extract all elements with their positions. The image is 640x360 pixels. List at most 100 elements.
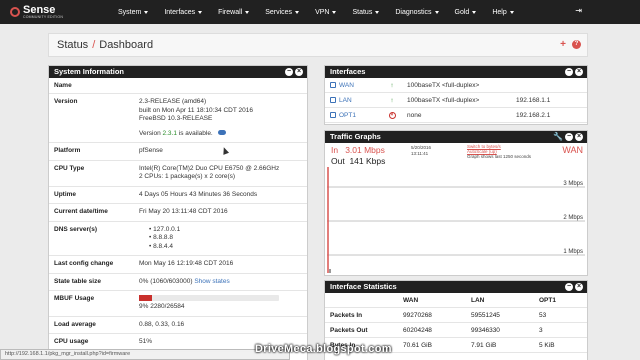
pfsense-logo[interactable]: Sense COMMUNITY EDITION (0, 0, 100, 24)
interface-row-wan: WAN ↑ 100baseTX <full-duplex> (325, 78, 587, 93)
stats-cell: 70.61 GiB (403, 341, 432, 349)
cpu-model: Intel(R) Core(TM)2 Duo CPU E6750 @ 2.66G… (139, 164, 280, 172)
traffic-in-label: In (331, 145, 339, 155)
info-row-uptime: Uptime 4 Days 05 Hours 43 Minutes 36 Sec… (49, 187, 307, 204)
info-label: Version (54, 98, 78, 105)
interface-row-lan: LAN ↑ 100baseTX <full-duplex> 192.168.1.… (325, 93, 587, 108)
minimize-icon[interactable]: − (565, 133, 573, 141)
cloud-download-icon[interactable] (217, 130, 226, 136)
interface-ip: 192.168.1.1 (516, 96, 551, 104)
info-value (139, 78, 307, 93)
wrench-icon[interactable]: 🔧 (553, 133, 563, 141)
menu-interfaces[interactable]: Interfaces (156, 9, 210, 16)
down-status-icon: × (388, 112, 396, 119)
widget-header: System Information − × (49, 66, 307, 78)
info-label: CPU Type (54, 164, 85, 172)
menu-system[interactable]: System (110, 9, 156, 16)
interface-link[interactable]: LAN (325, 97, 383, 104)
chevron-down-icon (375, 10, 380, 14)
info-row-platform: Platform pfSense (49, 143, 307, 161)
menu-label: Status (352, 8, 373, 16)
stats-header-cell: LAN (471, 296, 485, 304)
close-icon[interactable]: × (575, 133, 583, 141)
update-version: 2.3.1 (162, 129, 177, 137)
info-row-version: Version 2.3-RELEASE (amd64) built on Mon… (49, 94, 307, 143)
update-prefix: Version (139, 129, 163, 137)
traffic-in: In 3.01 Mbps (331, 145, 385, 155)
menu-services[interactable]: Services (257, 9, 307, 16)
stats-header-cell: WAN (403, 296, 419, 304)
dns-list: 127.0.0.1 8.8.8.8 8.8.4.4 (139, 222, 307, 256)
widget-title: System Information (54, 67, 125, 76)
menu-diagnostics[interactable]: Diagnostics (387, 9, 446, 16)
minimize-icon[interactable]: − (565, 283, 573, 291)
version-line: 2.3-RELEASE (amd64) (139, 98, 207, 105)
main-menu: System Interfaces Firewall Services VPN … (110, 9, 522, 16)
scale-label: 2 Mbps (563, 215, 583, 221)
graph-timestamp: 5/20/2016 13:11:41 (411, 145, 431, 157)
chevron-down-icon (245, 10, 250, 14)
info-label: Uptime (54, 190, 77, 198)
mbuf-progress-bar (139, 295, 279, 301)
stats-row-label: Packets In (330, 311, 363, 319)
close-icon[interactable]: × (575, 68, 583, 76)
dns-server: 8.8.4.4 (149, 243, 307, 252)
logout-icon[interactable]: ⇥ (575, 6, 582, 15)
info-label: State table size (54, 277, 101, 285)
breadcrumb-separator: / (92, 39, 96, 51)
traffic-in-value: 3.01 Mbps (345, 145, 385, 155)
stats-cell: 99346330 (471, 326, 500, 334)
show-states-link[interactable]: Show states (194, 278, 229, 285)
interface-name: WAN (339, 81, 354, 89)
system-information-widget: System Information − × Name Version 2.3-… (48, 65, 308, 360)
info-row-name: Name (49, 78, 307, 94)
interface-link[interactable]: WAN (325, 82, 383, 89)
interface-link[interactable]: OPT1 (325, 112, 383, 119)
interface-ip: 192.168.2.1 (516, 111, 551, 119)
table-row: Packets Out 60204248 99346330 3 (325, 323, 587, 338)
chevron-down-icon (144, 10, 149, 14)
info-label: Last config change (54, 260, 114, 267)
menu-status[interactable]: Status (344, 9, 387, 16)
info-row-dns: DNS server(s) 127.0.0.1 8.8.8.8 8.8.4.4 (49, 222, 307, 256)
stats-cell: 5 KiB (539, 341, 555, 349)
update-available: Version 2.3.1 is available. (139, 130, 307, 139)
traffic-graph-plot: 3 Mbps 2 Mbps 1 Mbps (327, 167, 585, 273)
menu-vpn[interactable]: VPN (307, 9, 344, 16)
mbuf-progress-fill (139, 295, 152, 301)
network-icon (330, 97, 336, 103)
minimize-icon[interactable]: − (565, 68, 573, 76)
chevron-down-icon (198, 10, 203, 14)
close-icon[interactable]: × (575, 283, 583, 291)
widget-header: Interface Statistics − × (325, 281, 587, 293)
stats-row-label: Packets Out (330, 326, 368, 334)
chevron-down-icon (472, 10, 477, 14)
mbuf-value: 9% 2280/26584 (139, 303, 185, 310)
minimize-icon[interactable]: − (285, 68, 293, 76)
breadcrumb: Status / Dashboard + ? (48, 33, 588, 57)
menu-help[interactable]: Help (484, 9, 521, 16)
menu-label: System (118, 8, 142, 16)
info-value: Intel(R) Core(TM)2 Duo CPU E6750 @ 2.66G… (139, 161, 307, 186)
menu-label: Services (265, 8, 293, 16)
info-label: Platform (54, 147, 81, 154)
stats-cell: 53 (539, 311, 547, 319)
menu-firewall[interactable]: Firewall (210, 9, 257, 16)
graph-time: 13:11:41 (411, 151, 429, 156)
info-row-datetime: Current date/time Fri May 20 13:11:48 CD… (49, 204, 307, 222)
logo-subtitle: COMMUNITY EDITION (23, 15, 64, 19)
stats-header-cell: OPT1 (539, 296, 556, 304)
dns-server: 127.0.0.1 (149, 226, 307, 235)
breadcrumb-parent[interactable]: Status (57, 39, 88, 51)
stats-cell: 7.91 GiB (471, 341, 497, 349)
close-icon[interactable]: × (295, 68, 303, 76)
stats-cell: 60204248 (403, 326, 432, 334)
help-icon[interactable]: ? (572, 40, 581, 49)
info-value: 9% 2280/26584 (139, 291, 307, 316)
widget-title: Interfaces (330, 67, 366, 76)
add-widget-icon[interactable]: + (560, 40, 566, 50)
menu-gold[interactable]: Gold (447, 9, 485, 16)
info-label: Current date/time (54, 208, 108, 215)
table-row: Packets In 99270268 59551245 53 (325, 308, 587, 323)
cpu-cores: 2 CPUs: 1 package(s) x 2 core(s) (139, 173, 236, 180)
